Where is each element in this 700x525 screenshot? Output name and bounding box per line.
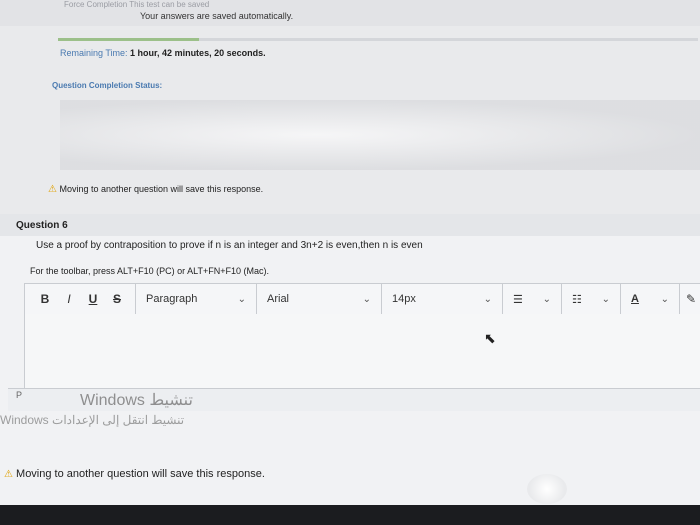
question-title: Question 6 bbox=[16, 220, 68, 231]
toolbar-hint: For the toolbar, press ALT+F10 (PC) or A… bbox=[30, 266, 270, 276]
numbered-list-icon: ☷ bbox=[572, 293, 582, 306]
chevron-down-icon: ⌄ bbox=[362, 293, 371, 305]
size-dropdown[interactable]: 14px ⌄ bbox=[382, 284, 502, 314]
path-tag: P bbox=[16, 390, 23, 400]
save-warning-bottom-text: Moving to another question will save thi… bbox=[16, 468, 265, 480]
mouse-cursor-icon: ⬉ bbox=[484, 330, 496, 346]
editor-toolbar: B I U S Paragraph ⌄ Arial ⌄ 14px ⌄ ☰ ⌄ ☷… bbox=[24, 283, 700, 315]
size-dropdown-label: 14px bbox=[392, 293, 416, 305]
italic-button[interactable]: I bbox=[57, 292, 81, 306]
activation-watermark-text: Windows تنشيط انتقل إلى الإعدادات bbox=[0, 413, 185, 427]
remaining-time-value: 1 hour, 42 minutes, 20 seconds. bbox=[130, 48, 266, 58]
chevron-down-icon: ⌄ bbox=[542, 293, 551, 305]
save-warning-bottom: ⚠ Moving to another question will save t… bbox=[4, 468, 265, 480]
save-warning-top-text: Moving to another question will save thi… bbox=[59, 184, 264, 194]
numbered-list-button[interactable]: ☷ ⌄ bbox=[562, 284, 620, 314]
chevron-down-icon: ⌄ bbox=[601, 293, 610, 305]
screen-glare bbox=[60, 100, 700, 170]
chevron-down-icon: ⌄ bbox=[660, 293, 669, 305]
font-dropdown[interactable]: Arial ⌄ bbox=[257, 284, 381, 314]
force-completion-text: Force Completion This test can be saved bbox=[64, 0, 210, 9]
chevron-down-icon: ⌄ bbox=[237, 293, 246, 305]
bold-button[interactable]: B bbox=[33, 292, 57, 306]
underline-button[interactable]: U bbox=[81, 292, 105, 306]
strikethrough-button[interactable]: S bbox=[105, 292, 129, 306]
question-completion-status[interactable]: Question Completion Status: bbox=[52, 81, 162, 90]
progress-bar bbox=[58, 38, 698, 41]
question-text: Use a proof by contraposition to prove i… bbox=[36, 240, 423, 251]
highlight-icon[interactable]: ✎ bbox=[686, 292, 696, 306]
warning-icon: ⚠ bbox=[48, 184, 57, 195]
warning-icon: ⚠ bbox=[4, 469, 13, 480]
paragraph-dropdown-label: Paragraph bbox=[146, 293, 198, 305]
remaining-time-label: Remaining Time: bbox=[60, 48, 128, 58]
screen-glare bbox=[527, 474, 567, 504]
chevron-down-icon: ⌄ bbox=[483, 293, 492, 305]
question-header bbox=[0, 214, 700, 236]
progress-fill bbox=[58, 38, 199, 41]
autosave-text: Your answers are saved automatically. bbox=[140, 11, 294, 21]
font-dropdown-label: Arial bbox=[267, 293, 290, 305]
monitor-bezel bbox=[0, 505, 700, 525]
text-color-icon: A bbox=[631, 293, 639, 305]
text-color-button[interactable]: A ⌄ bbox=[621, 284, 679, 314]
bullet-list-icon: ☰ bbox=[513, 293, 523, 306]
save-warning-top: ⚠ Moving to another question will save t… bbox=[48, 184, 263, 195]
remaining-time: Remaining Time: 1 hour, 42 minutes, 20 s… bbox=[60, 48, 266, 58]
toolbar-divider bbox=[679, 284, 680, 314]
paragraph-dropdown[interactable]: Paragraph ⌄ bbox=[136, 284, 256, 314]
activation-watermark-title: Windows تنشيط bbox=[80, 392, 193, 409]
bullet-list-button[interactable]: ☰ ⌄ bbox=[503, 284, 561, 314]
answer-editor[interactable] bbox=[24, 314, 700, 389]
